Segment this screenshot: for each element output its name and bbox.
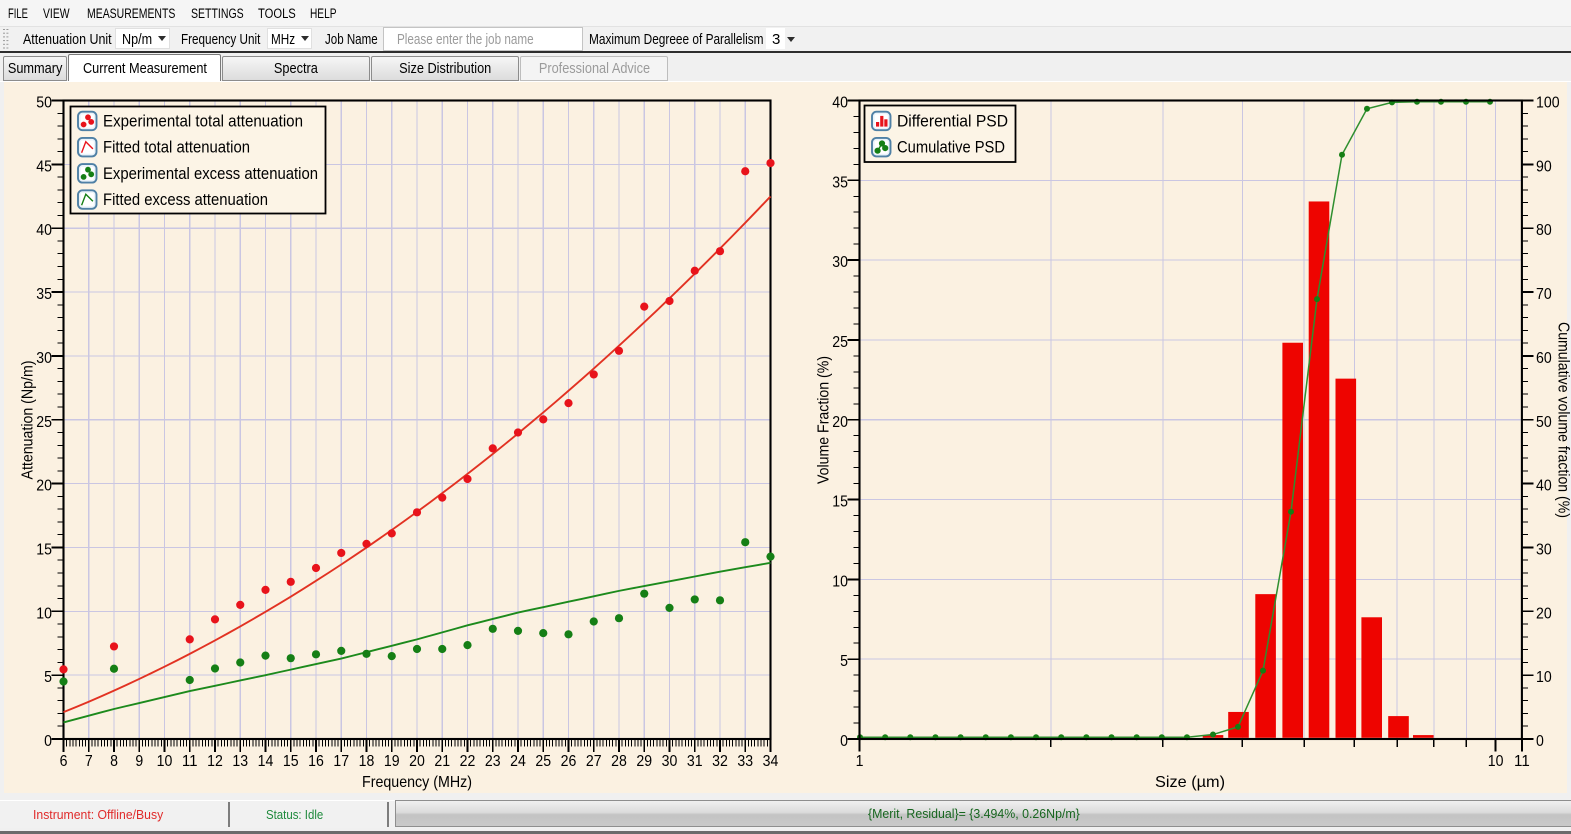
svg-text:Attenuation (Np/m): Attenuation (Np/m) — [20, 361, 37, 480]
svg-text:29: 29 — [636, 753, 652, 770]
svg-text:10: 10 — [157, 753, 173, 770]
svg-text:15: 15 — [832, 494, 848, 511]
svg-text:27: 27 — [586, 753, 602, 770]
svg-text:22: 22 — [460, 753, 476, 770]
svg-text:80: 80 — [1536, 222, 1552, 239]
svg-text:15: 15 — [283, 753, 299, 770]
svg-text:100: 100 — [1536, 95, 1560, 112]
svg-text:30: 30 — [1536, 541, 1552, 558]
svg-text:11: 11 — [182, 753, 198, 770]
svg-text:50: 50 — [1536, 414, 1552, 431]
svg-text:40: 40 — [36, 222, 52, 239]
svg-text:35: 35 — [832, 174, 848, 191]
svg-text:10: 10 — [1536, 669, 1552, 686]
svg-text:30: 30 — [662, 753, 678, 770]
svg-text:20: 20 — [36, 478, 52, 495]
svg-text:5: 5 — [840, 653, 848, 670]
svg-text:24: 24 — [510, 753, 526, 770]
svg-text:31: 31 — [687, 753, 703, 770]
svg-text:16: 16 — [308, 753, 324, 770]
svg-text:32: 32 — [712, 753, 728, 770]
svg-text:21: 21 — [434, 753, 450, 770]
svg-text:33: 33 — [737, 753, 753, 770]
svg-text:25: 25 — [832, 334, 848, 351]
svg-text:20: 20 — [409, 753, 425, 770]
svg-text:19: 19 — [384, 753, 400, 770]
svg-text:Volume Fraction (%): Volume Fraction (%) — [816, 356, 833, 484]
svg-text:17: 17 — [333, 753, 349, 770]
svg-text:11: 11 — [1514, 753, 1530, 770]
svg-text:28: 28 — [611, 753, 627, 770]
svg-text:20: 20 — [1536, 605, 1552, 622]
svg-text:10: 10 — [36, 605, 52, 622]
svg-text:34: 34 — [763, 753, 779, 770]
svg-text:90: 90 — [1536, 158, 1552, 175]
svg-text:15: 15 — [36, 541, 52, 558]
svg-text:40: 40 — [1536, 478, 1552, 495]
svg-text:Cumulative volume fraction (%): Cumulative volume fraction (%) — [1555, 322, 1571, 518]
svg-text:14: 14 — [258, 753, 274, 770]
svg-text:Fitted excess attenuation: Fitted excess attenuation — [103, 191, 268, 209]
svg-text:7: 7 — [85, 753, 93, 770]
svg-text:Fitted total attenuation: Fitted total attenuation — [103, 139, 250, 157]
svg-text:26: 26 — [561, 753, 577, 770]
svg-text:30: 30 — [832, 254, 848, 271]
svg-text:20: 20 — [832, 414, 848, 431]
svg-text:1: 1 — [856, 753, 864, 770]
svg-text:10: 10 — [1488, 753, 1504, 770]
svg-text:30: 30 — [36, 350, 52, 367]
svg-text:0: 0 — [44, 733, 52, 750]
svg-text:45: 45 — [36, 158, 52, 175]
svg-text:40: 40 — [832, 95, 848, 112]
svg-text:50: 50 — [36, 95, 52, 112]
svg-text:13: 13 — [232, 753, 248, 770]
svg-text:60: 60 — [1536, 350, 1552, 367]
svg-text:0: 0 — [840, 733, 848, 750]
svg-text:25: 25 — [36, 414, 52, 431]
svg-text:0: 0 — [1536, 733, 1544, 750]
svg-text:6: 6 — [60, 753, 68, 770]
svg-text:Frequency (MHz): Frequency (MHz) — [362, 774, 472, 791]
svg-text:Cumulative PSD: Cumulative PSD — [897, 139, 1005, 157]
svg-text:8: 8 — [110, 753, 118, 770]
svg-text:9: 9 — [135, 753, 143, 770]
svg-text:12: 12 — [207, 753, 223, 770]
svg-text:18: 18 — [359, 753, 375, 770]
svg-text:25: 25 — [535, 753, 551, 770]
svg-text:Experimental excess attenuatio: Experimental excess attenuation — [103, 165, 318, 183]
svg-text:35: 35 — [36, 286, 52, 303]
svg-text:Differential PSD: Differential PSD — [897, 113, 1008, 131]
svg-text:5: 5 — [44, 669, 52, 686]
svg-text:10: 10 — [832, 573, 848, 590]
svg-text:70: 70 — [1536, 286, 1552, 303]
svg-text:23: 23 — [485, 753, 501, 770]
svg-text:Experimental total attenuation: Experimental total attenuation — [103, 113, 303, 131]
svg-text:Size (µm): Size (µm) — [1155, 774, 1225, 791]
